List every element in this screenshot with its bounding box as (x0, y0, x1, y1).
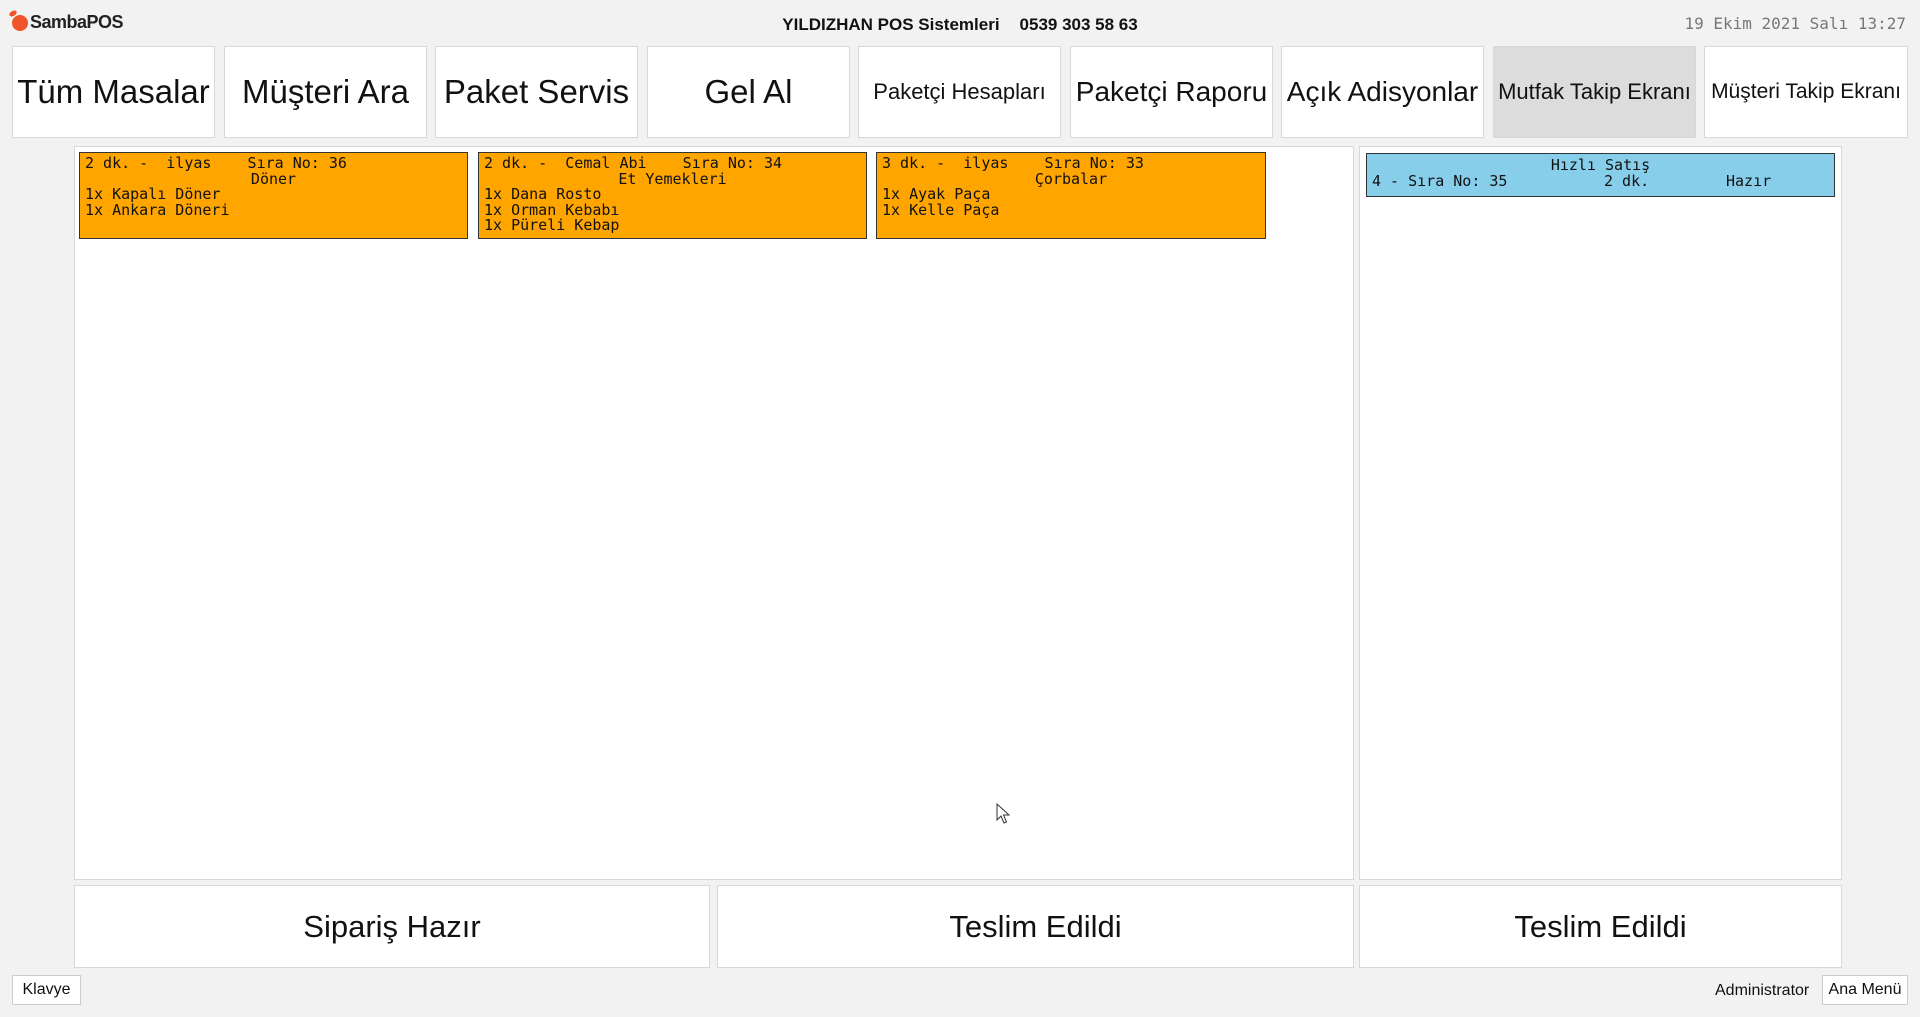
nav-courier-report-button[interactable]: Paketçi Raporu (1070, 46, 1273, 138)
company-info: YILDIZHAN POS Sistemleri 0539 303 58 63 (0, 15, 1920, 35)
ready-order-card[interactable]: Hızlı Satış 4 - Sıra No: 35 2 dk. Hazır (1366, 153, 1835, 197)
kitchen-ticket[interactable]: 2 dk. - Cemal Abi Sıra No: 34 Et Yemekle… (478, 152, 867, 239)
ticket-item: 1x Ankara Döneri (85, 200, 230, 219)
nav-open-tickets-button[interactable]: Açık Adisyonlar (1281, 46, 1484, 138)
company-phone: 0539 303 58 63 (1019, 15, 1138, 34)
nav-takeaway-button[interactable]: Gel Al (647, 46, 850, 138)
kitchen-ticket[interactable]: 3 dk. - ilyas Sıra No: 33 Çorbalar 1x Ay… (876, 152, 1266, 239)
keyboard-button[interactable]: Klavye (12, 975, 81, 1005)
nav-delivery-service-button[interactable]: Paket Servis (435, 46, 638, 138)
nav-kitchen-display-button[interactable]: Mutfak Takip Ekranı (1493, 46, 1696, 138)
company-name: YILDIZHAN POS Sistemleri (782, 15, 1000, 34)
ready-order-time: 2 dk. (1604, 172, 1650, 190)
kitchen-ticket[interactable]: 2 dk. - ilyas Sıra No: 36 Döner 1x Kapal… (79, 152, 468, 239)
current-user: Administrator (1715, 982, 1810, 999)
top-nav: Tüm Masalar Müşteri Ara Paket Servis Gel… (12, 46, 1908, 140)
mouse-cursor-icon (996, 803, 1010, 824)
sambapos-logo: SambaPOS (12, 12, 124, 33)
order-ready-button[interactable]: Sipariş Hazır (74, 885, 710, 968)
ready-orders-panel: Hızlı Satış 4 - Sıra No: 35 2 dk. Hazır (1359, 146, 1842, 880)
nav-customer-display-button[interactable]: Müşteri Takip Ekranı (1704, 46, 1908, 138)
delivered-ready-button[interactable]: Teslim Edildi (1359, 885, 1842, 968)
ticket-item: 1x Püreli Kebap (484, 216, 620, 234)
kitchen-orders-panel: 2 dk. - ilyas Sıra No: 36 Döner 1x Kapal… (74, 146, 1354, 880)
tomato-logo-icon (12, 14, 28, 31)
ready-order-status: Hazır (1726, 172, 1772, 190)
logo-text: SambaPOS (30, 12, 124, 32)
delivered-button[interactable]: Teslim Edildi (717, 885, 1354, 968)
ready-order-row: 4 - Sıra No: 35 2 dk. Hazır (1372, 173, 1829, 189)
nav-courier-accounts-button[interactable]: Paketçi Hesapları (858, 46, 1061, 138)
ready-order-number: 4 - Sıra No: 35 (1372, 172, 1508, 190)
ready-order-title: Hızlı Satış (1550, 156, 1651, 174)
date-time: 19 Ekim 2021 Salı 13:27 (1684, 14, 1906, 33)
main-menu-button[interactable]: Ana Menü (1822, 975, 1908, 1005)
nav-all-tables-button[interactable]: Tüm Masalar (12, 46, 215, 138)
ticket-item: 1x Kelle Paça (882, 200, 1000, 219)
nav-customer-search-button[interactable]: Müşteri Ara (224, 46, 427, 138)
